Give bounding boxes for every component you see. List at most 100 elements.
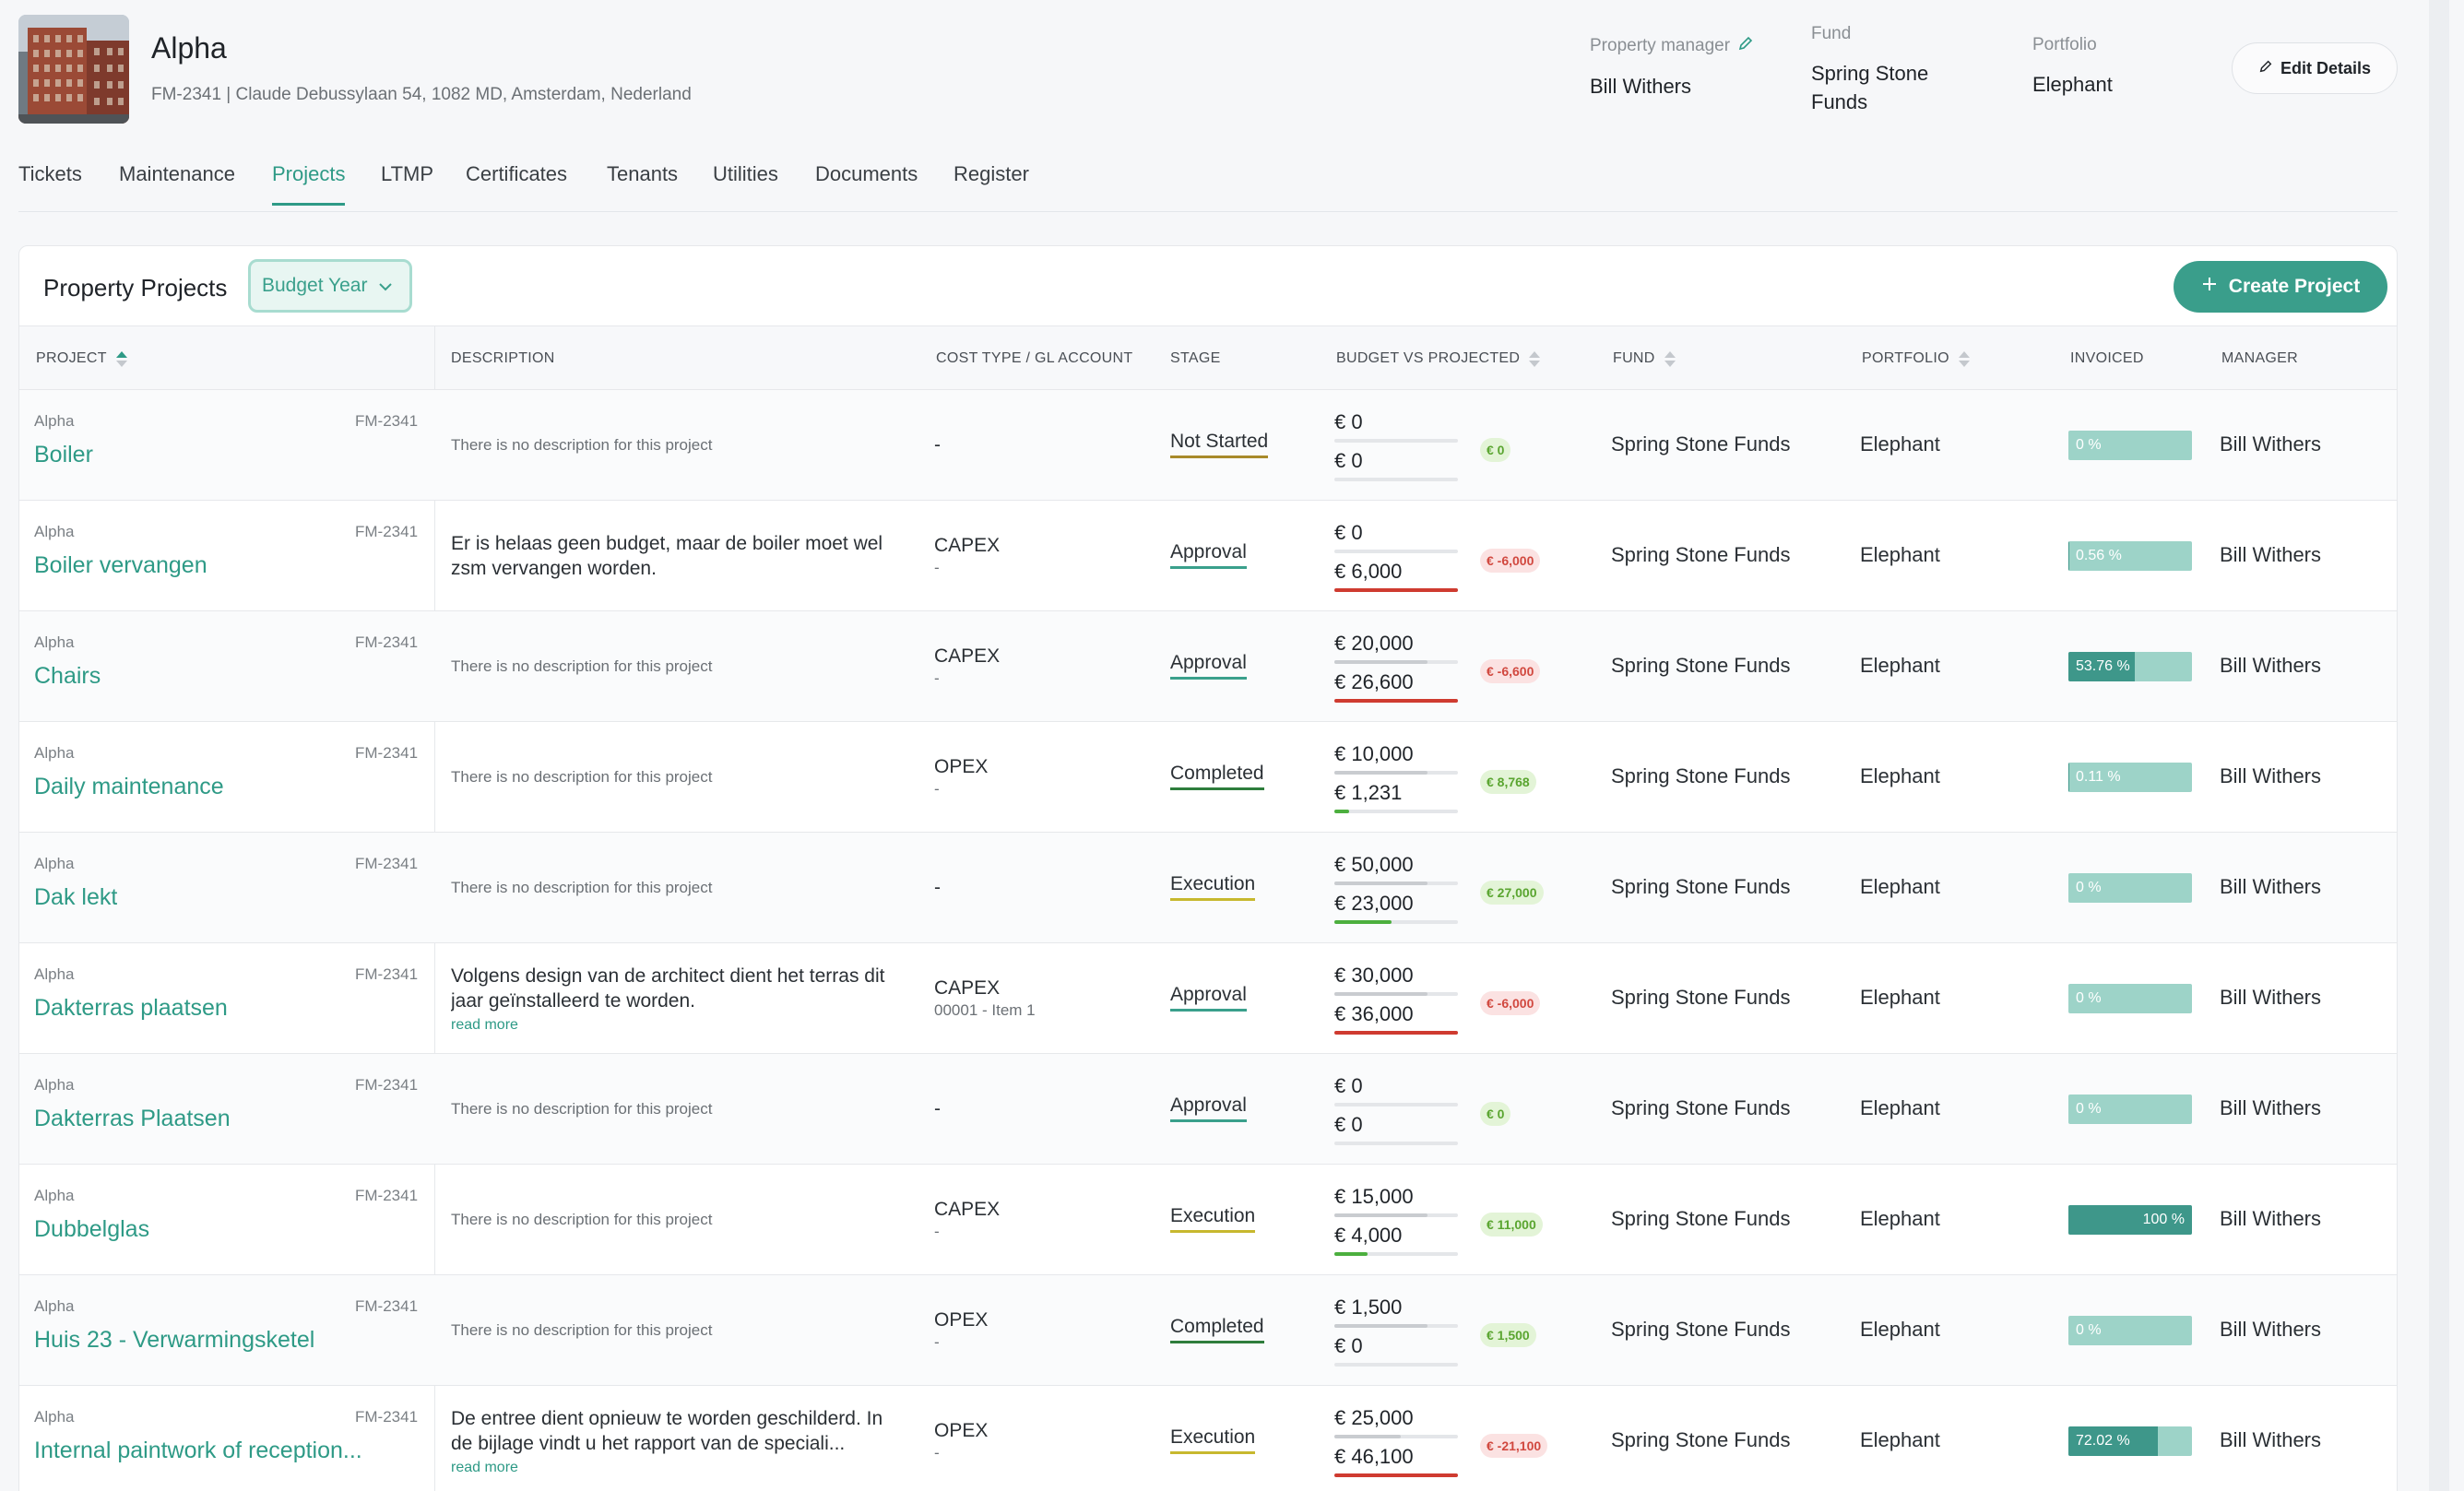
project-description-text: There is no description for this project [451,1211,713,1228]
invoiced-percent: 53.76 % [2076,658,2130,674]
project-name-link[interactable]: Internal paintwork of reception... [34,1438,362,1464]
column-header-portfolio[interactable]: PORTFOLIO [1862,326,1970,391]
sort-icon[interactable] [115,350,127,367]
table-row[interactable]: Alpha FM-2341 Boiler vervangen Er is hel… [19,501,2397,611]
project-location: Alpha [34,855,75,872]
project-cost-type: CAPEX - [934,611,1000,722]
project-manager: Bill Withers [2220,1096,2322,1119]
project-fund: Spring Stone Funds [1611,654,1791,677]
tab-documents[interactable]: Documents [815,162,918,203]
tab-utilities[interactable]: Utilities [713,162,778,203]
project-name-link[interactable]: Daily maintenance [34,774,224,800]
project-name-link[interactable]: Huis 23 - Verwarmingsketel [34,1327,314,1354]
budget-difference-badge: € -6,600 [1480,659,1541,683]
table-row[interactable]: Alpha FM-2341 Dubbelglas There is no des… [19,1165,2397,1275]
stage-badge: Execution [1170,1426,1256,1454]
budget-difference-badge: € 27,000 [1480,881,1544,905]
project-fund: Spring Stone Funds [1611,1318,1791,1341]
project-name-link[interactable]: Dak lekt [34,884,117,911]
tab-tickets[interactable]: Tickets [18,162,82,203]
project-fund: Spring Stone Funds [1611,432,1791,456]
table-row[interactable]: Alpha FM-2341 Boiler There is no descrip… [19,390,2397,501]
projected-bar [1334,478,1458,481]
invoiced-percent: 0 % [2076,990,2102,1006]
table-row[interactable]: Alpha FM-2341 Chairs There is no descrip… [19,611,2397,722]
fund-block: Fund Spring Stone Funds [1811,24,1968,116]
column-header-project[interactable]: PROJECT [36,326,127,391]
project-name-link[interactable]: Boiler [34,442,93,468]
page-scrollbar[interactable] [2429,0,2449,1491]
property-address: FM-2341 | Claude Debussylaan 54, 1082 MD… [151,85,692,104]
project-name-link[interactable]: Dakterras plaatsen [34,995,228,1022]
tab-certificates[interactable]: Certificates [466,162,567,203]
project-description: There is no description for this project [451,611,903,722]
budget-value: € 25,000 [1334,1406,1414,1429]
projected-bar [1334,1031,1458,1035]
cost-type-text: OPEX [934,756,989,777]
project-name-link[interactable]: Boiler vervangen [34,552,207,579]
column-header-budget[interactable]: BUDGET VS PROJECTED [1336,326,1541,391]
project-manager: Bill Withers [2220,543,2322,566]
projected-bar [1334,588,1458,592]
read-more-link[interactable]: read more [451,1460,903,1476]
project-name-link[interactable]: Chairs [34,663,101,690]
pencil-icon[interactable] [1737,35,1754,57]
projected-value: € 0 [1334,1113,1363,1136]
table-row[interactable]: Alpha FM-2341 Dakterras Plaatsen There i… [19,1054,2397,1165]
budget-difference-badge: € 11,000 [1480,1213,1543,1237]
budget-difference-badge: € 0 [1480,438,1511,462]
budget-value: € 0 [1334,521,1363,544]
property-projects-card: Property Projects Budget Year Create Pro… [18,245,2398,1491]
tab-register[interactable]: Register [954,162,1029,203]
budget-bar [1334,992,1458,996]
projected-value: € 6,000 [1334,560,1403,583]
table-row[interactable]: Alpha FM-2341 Internal paintwork of rece… [19,1386,2397,1491]
stage-badge: Approval [1170,984,1247,1012]
project-name-link[interactable]: Dubbelglas [34,1216,149,1243]
projected-bar [1334,699,1458,703]
fund-label: Fund [1811,24,1852,43]
pencil-icon [2258,59,2273,78]
projected-bar [1334,1363,1458,1367]
invoiced-percent: 0 % [2076,1101,2102,1117]
fund-value: Spring Stone Funds [1811,62,1929,113]
budget-difference-badge: € 1,500 [1480,1323,1536,1347]
sort-icon[interactable] [1958,350,1970,367]
tab-tenants[interactable]: Tenants [607,162,678,203]
cost-type-text: CAPEX [934,535,1001,556]
property-header: Alpha FM-2341 | Claude Debussylaan 54, 1… [18,15,2398,125]
sort-icon[interactable] [1529,350,1541,367]
cost-type-text: OPEX [934,1309,989,1331]
tab-ltmp[interactable]: LTMP [381,162,433,203]
column-header-fund[interactable]: FUND [1613,326,1676,391]
project-description: De entree dient opnieuw te worden geschi… [451,1386,903,1491]
project-portfolio: Elephant [1860,1318,1940,1341]
project-cost-type: - [934,390,941,501]
create-project-button[interactable]: Create Project [2174,261,2387,313]
project-location: Alpha [34,1076,75,1094]
invoiced-progress: 72.02 % [2068,1426,2192,1456]
project-name-link[interactable]: Dakterras Plaatsen [34,1106,231,1132]
project-fund: Spring Stone Funds [1611,986,1791,1009]
table-row[interactable]: Alpha FM-2341 Dakterras plaatsen Volgens… [19,943,2397,1054]
budget-value: € 0 [1334,410,1363,433]
stage-badge: Execution [1170,1205,1256,1233]
project-description: There is no description for this project [451,1054,903,1165]
budget-year-select[interactable]: Budget Year [248,259,412,313]
table-row[interactable]: Alpha FM-2341 Huis 23 - Verwarmingsketel… [19,1275,2397,1386]
budget-difference-badge: € -6,000 [1480,549,1541,573]
project-fund: Spring Stone Funds [1611,543,1791,566]
projected-value: € 23,000 [1334,892,1414,915]
tab-maintenance[interactable]: Maintenance [119,162,235,203]
sort-icon[interactable] [1664,350,1676,367]
edit-details-button[interactable]: Edit Details [2232,42,2398,94]
project-portfolio: Elephant [1860,1428,1940,1451]
project-portfolio: Elephant [1860,654,1940,677]
tab-projects[interactable]: Projects [272,162,346,206]
read-more-link[interactable]: read more [451,1017,903,1034]
stage-badge: Approval [1170,652,1247,680]
budget-value: € 10,000 [1334,742,1414,765]
table-row[interactable]: Alpha FM-2341 Dak lekt There is no descr… [19,833,2397,943]
project-portfolio: Elephant [1860,875,1940,898]
table-row[interactable]: Alpha FM-2341 Daily maintenance There is… [19,722,2397,833]
